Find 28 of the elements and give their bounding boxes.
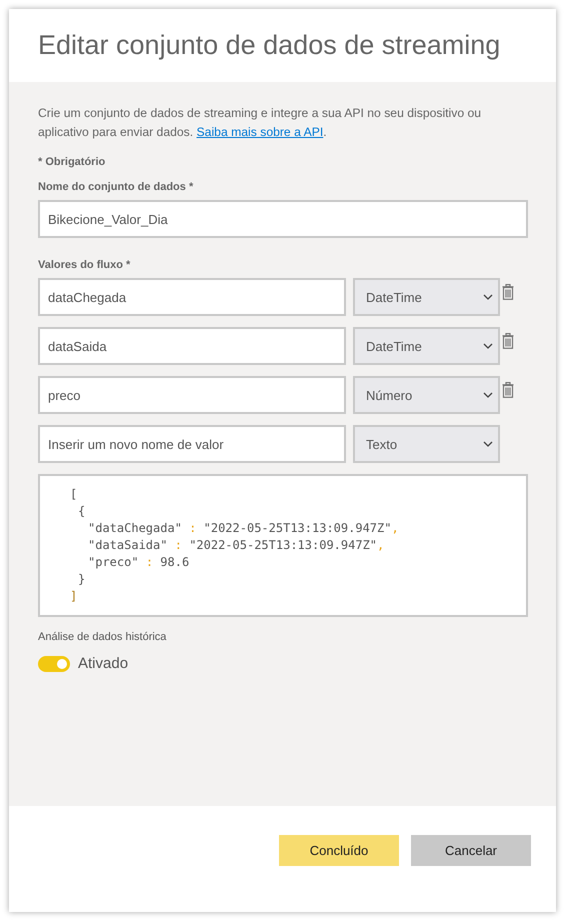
intro-text: Crie um conjunto de dados de streaming e integre a sua API no seu dispositivo ou aplicativo para enviar dados. Saiba mais sobre a API. — [38, 105, 482, 141]
value-name-field[interactable]: Inserir um novo nome de valor — [38, 425, 346, 463]
type-dropdown[interactable]: Número — [353, 376, 500, 414]
dataset-name-field[interactable]: Bikecione_Valor_Dia — [38, 200, 528, 238]
done-button[interactable]: Concluído — [279, 835, 399, 866]
chevron-down-icon — [483, 343, 493, 349]
trash-icon[interactable] — [502, 284, 514, 300]
value-name-field[interactable]: dataChegada — [38, 278, 346, 316]
type-dropdown[interactable]: DateTime — [353, 327, 500, 365]
type-dropdown[interactable]: Texto — [353, 425, 500, 463]
api-link[interactable]: Saiba mais sobre a API — [196, 125, 324, 139]
json-sample: [ { "dataChegada" : "2022-05-25T13:13:09.947Z", "dataSaida" : "2022-05-25T13:13:09.947Z", "preco" : 98.6 } ] — [38, 474, 528, 617]
toggle-state-label: Ativado — [78, 655, 128, 672]
value-name-field[interactable]: preco — [38, 376, 346, 414]
history-label: Análise de dados histórica — [38, 631, 166, 643]
chevron-down-icon — [483, 392, 493, 398]
chevron-down-icon — [483, 294, 493, 300]
field-label: Valores do fluxo * — [38, 259, 130, 271]
trash-icon[interactable] — [502, 382, 514, 398]
field-label: Nome do conjunto de dados * — [38, 181, 194, 193]
chevron-down-icon — [483, 441, 493, 447]
required-note: * Obrigatório — [38, 156, 106, 168]
trash-icon[interactable] — [502, 333, 514, 349]
type-dropdown[interactable]: DateTime — [353, 278, 500, 316]
dialog-title: Editar conjunto de dados de streaming — [38, 30, 500, 61]
cancel-button[interactable]: Cancelar — [411, 835, 531, 866]
history-toggle[interactable] — [38, 656, 70, 672]
value-name-field[interactable]: dataSaida — [38, 327, 346, 365]
